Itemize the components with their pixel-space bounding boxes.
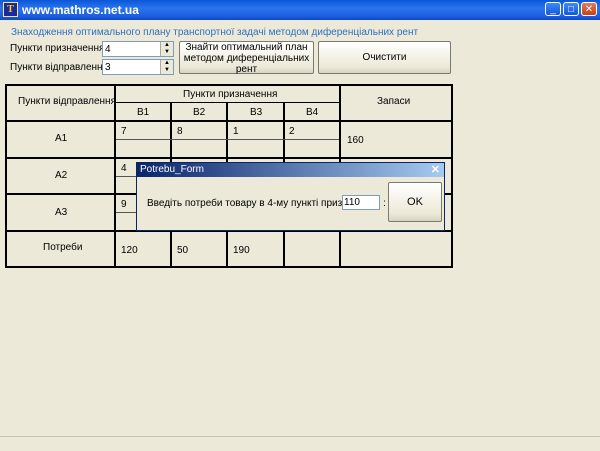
row-name-a2: A2 <box>55 170 68 181</box>
sources-spin-arrows[interactable]: ▲ ▼ <box>160 60 173 74</box>
window-title: www.mathros.net.ua <box>22 3 139 17</box>
spin-up-icon[interactable]: ▲ <box>161 42 173 49</box>
cost-cell[interactable]: 4 <box>121 163 127 174</box>
demand-cell[interactable]: 120 <box>121 245 138 256</box>
maximize-button[interactable]: □ <box>563 2 579 16</box>
dialog-title-bar[interactable]: Potrebu_Form ✕ <box>137 163 444 177</box>
header-sources: Пункти відправлення <box>18 96 116 107</box>
spin-down-icon[interactable]: ▼ <box>161 49 173 56</box>
title-bar[interactable]: T www.mathros.net.ua _ □ ✕ <box>0 0 600 20</box>
header-b1: B1 <box>137 107 150 118</box>
demand-cell[interactable]: 50 <box>177 245 188 256</box>
destinations-input[interactable] <box>103 42 165 56</box>
find-optimal-plan-button[interactable]: Знайти оптимальний план методом диференц… <box>179 41 314 75</box>
clear-button[interactable]: Очистити <box>318 41 451 74</box>
row-name-a1: A1 <box>55 133 68 144</box>
header-b3: B3 <box>250 107 263 118</box>
demand-value-input[interactable] <box>342 195 380 210</box>
sources-input[interactable] <box>103 60 165 74</box>
supply-cell[interactable]: 160 <box>347 135 364 146</box>
cost-cell[interactable]: 1 <box>233 126 239 137</box>
row-name-a3: A3 <box>55 207 68 218</box>
cost-cell[interactable]: 2 <box>289 126 295 137</box>
find-button-line2: методом диференціальних рент <box>183 53 310 75</box>
potrebu-dialog: Potrebu_Form ✕ Введіть потреби товару в … <box>136 162 445 231</box>
destinations-spin-arrows[interactable]: ▲ ▼ <box>160 42 173 56</box>
demand-label: Потреби <box>43 242 83 253</box>
header-destinations: Пункти призначення <box>183 89 278 100</box>
app-icon: T <box>3 2 18 17</box>
sources-label: Пункти відправлення : <box>10 62 114 73</box>
destinations-stepper[interactable]: ▲ ▼ <box>102 41 174 57</box>
spin-down-icon[interactable]: ▼ <box>161 67 173 74</box>
main-window: T www.mathros.net.ua _ □ ✕ Знаходження о… <box>0 0 600 451</box>
header-b2: B2 <box>193 107 206 118</box>
close-button[interactable]: ✕ <box>581 2 597 16</box>
cost-cell[interactable]: 7 <box>121 126 127 137</box>
ok-button[interactable]: OK <box>388 182 442 222</box>
cost-cell[interactable]: 9 <box>121 199 127 210</box>
header-supply: Запаси <box>377 96 411 107</box>
dialog-title: Potrebu_Form <box>140 164 204 175</box>
header-b4: B4 <box>306 107 319 118</box>
spin-up-icon[interactable]: ▲ <box>161 60 173 67</box>
page-subtitle: Знаходження оптимального плану транспорт… <box>11 27 419 38</box>
sources-stepper[interactable]: ▲ ▼ <box>102 59 174 75</box>
dialog-close-icon[interactable]: ✕ <box>431 163 440 176</box>
cost-cell[interactable]: 8 <box>177 126 183 137</box>
status-bar <box>0 436 600 451</box>
find-button-line1: Знайти оптимальний план <box>185 42 308 53</box>
destinations-label: Пункти призначення : <box>10 43 110 54</box>
demand-cell[interactable]: 190 <box>233 245 250 256</box>
minimize-button[interactable]: _ <box>545 2 561 16</box>
